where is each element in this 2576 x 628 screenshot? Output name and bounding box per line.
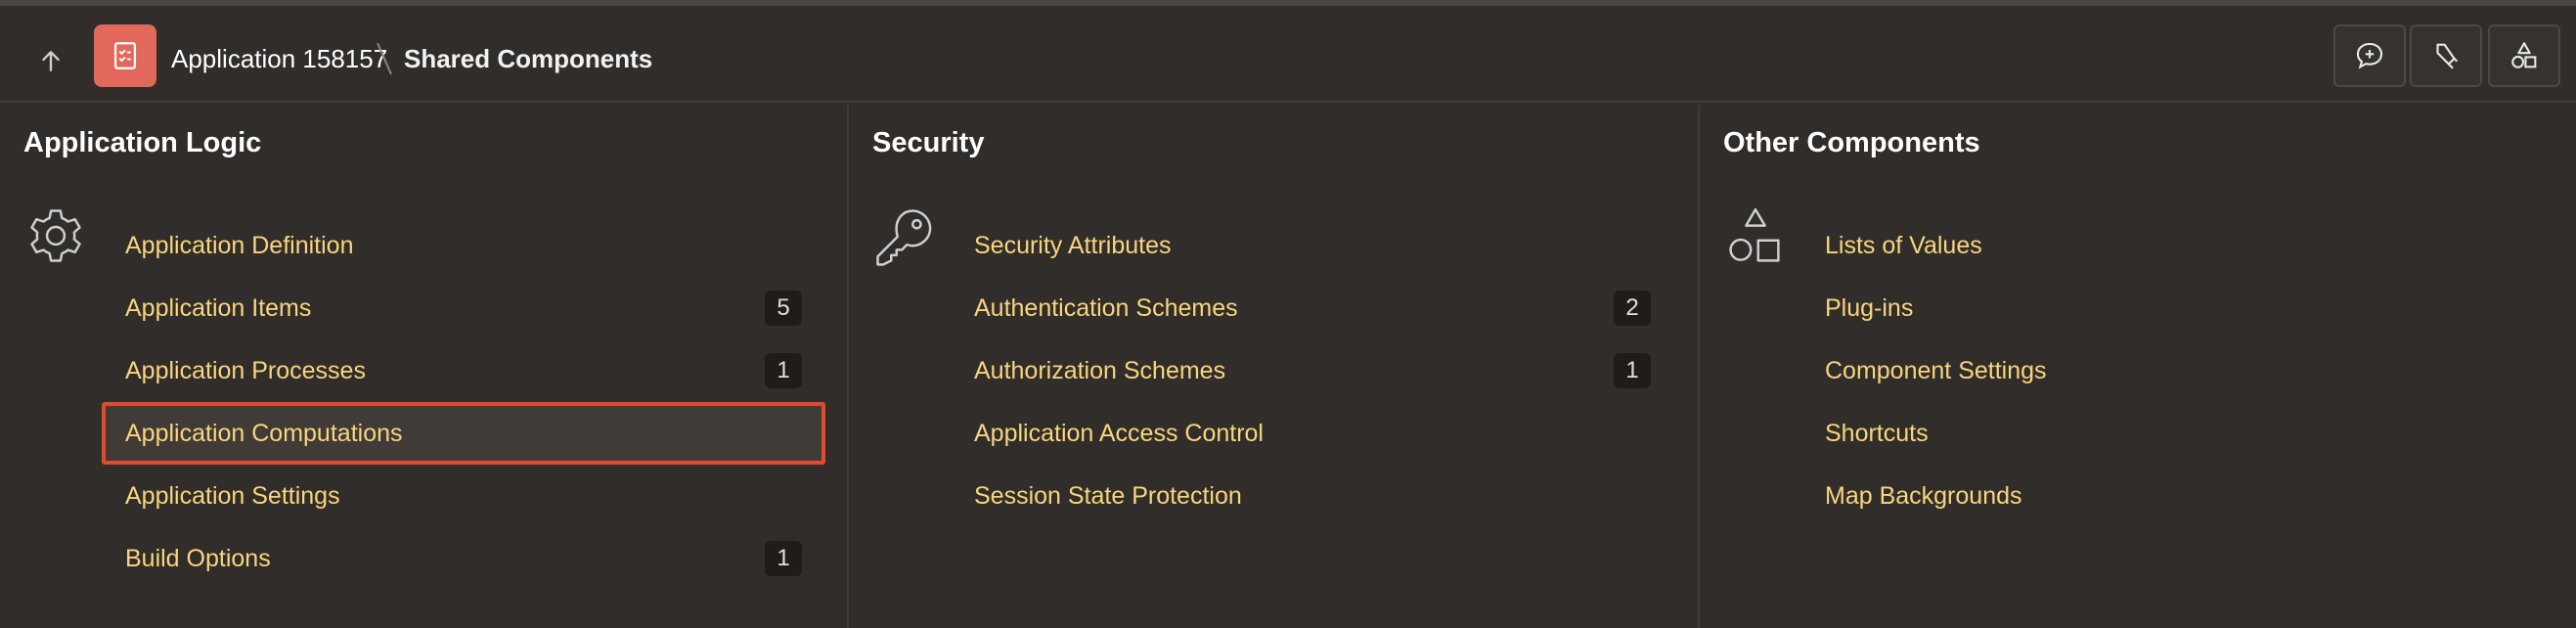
count-badge: 1 [765,353,802,388]
link-application-settings[interactable]: Application Settings [102,465,825,527]
link-label: Lists of Values [1825,231,1982,259]
link-label: Session State Protection [974,481,1242,510]
highlight-button[interactable] [2410,24,2482,87]
security-links: Security Attributes Authentication Schem… [951,214,1674,527]
link-shortcuts[interactable]: Shortcuts [1801,402,2525,465]
marker-icon [2436,43,2459,69]
navigate-up-button[interactable] [25,35,76,86]
comment-plus-icon [2356,42,2383,69]
breadcrumb-application[interactable]: Application 158157 [171,43,387,74]
link-label: Authorization Schemes [974,356,1226,384]
link-label: Component Settings [1825,356,2047,384]
add-comment-button[interactable] [2333,24,2406,87]
checklist-icon [113,42,137,69]
shapes-icon [1729,207,1780,262]
column-title: Security [872,127,985,158]
link-application-access-control[interactable]: Application Access Control [951,402,1674,465]
link-map-backgrounds[interactable]: Map Backgrounds [1801,465,2525,527]
link-authentication-schemes[interactable]: Authentication Schemes 2 [951,277,1674,339]
application-icon [94,24,156,87]
other-components-links: Lists of Values Plug-ins Component Setti… [1801,214,2525,527]
column-title: Other Components [1723,127,1980,158]
link-session-state-protection[interactable]: Session State Protection [951,465,1674,527]
page-header: Application 158157 Shared Components [0,6,2576,103]
link-component-settings[interactable]: Component Settings [1801,339,2525,402]
link-label: Application Processes [125,356,366,384]
link-label: Application Access Control [974,419,1264,447]
link-label: Build Options [125,544,271,572]
link-lists-of-values[interactable]: Lists of Values [1801,214,2525,277]
link-label: Map Backgrounds [1825,481,2022,510]
link-application-processes[interactable]: Application Processes 1 [102,339,825,402]
link-label: Application Settings [125,481,340,510]
count-badge: 2 [1614,291,1651,326]
column-other-components: Other Components Lists of Values Plug-in… [1700,105,2576,628]
gear-icon [30,209,81,262]
shared-components-button[interactable] [2488,24,2560,87]
page-title: Shared Components [404,44,653,73]
link-authorization-schemes[interactable]: Authorization Schemes 1 [951,339,1674,402]
link-label: Application Computations [125,419,403,447]
link-application-computations[interactable]: Application Computations [102,402,825,465]
arrow-up-icon [42,51,60,71]
link-application-items[interactable]: Application Items 5 [102,277,825,339]
column-security: Security Security Attributes Authenticat… [849,105,1700,628]
link-security-attributes[interactable]: Security Attributes [951,214,1674,277]
shapes-icon [2511,42,2537,68]
link-label: Application Items [125,293,312,322]
link-label: Shortcuts [1825,419,1929,447]
link-plug-ins[interactable]: Plug-ins [1801,277,2525,339]
column-title: Application Logic [23,127,262,158]
link-label: Application Definition [125,231,354,259]
count-badge: 1 [1614,353,1651,388]
link-label: Authentication Schemes [974,293,1238,322]
link-label: Plug-ins [1825,293,1914,322]
key-icon [876,209,932,266]
count-badge: 1 [765,541,802,576]
breadcrumb-separator [377,42,392,75]
link-build-options[interactable]: Build Options 1 [102,527,825,590]
column-application-logic: Application Logic Application Definition… [0,105,849,628]
application-logic-links: Application Definition Application Items… [102,214,825,590]
link-label: Security Attributes [974,231,1172,259]
count-badge: 5 [765,291,802,326]
link-application-definition[interactable]: Application Definition [102,214,825,277]
